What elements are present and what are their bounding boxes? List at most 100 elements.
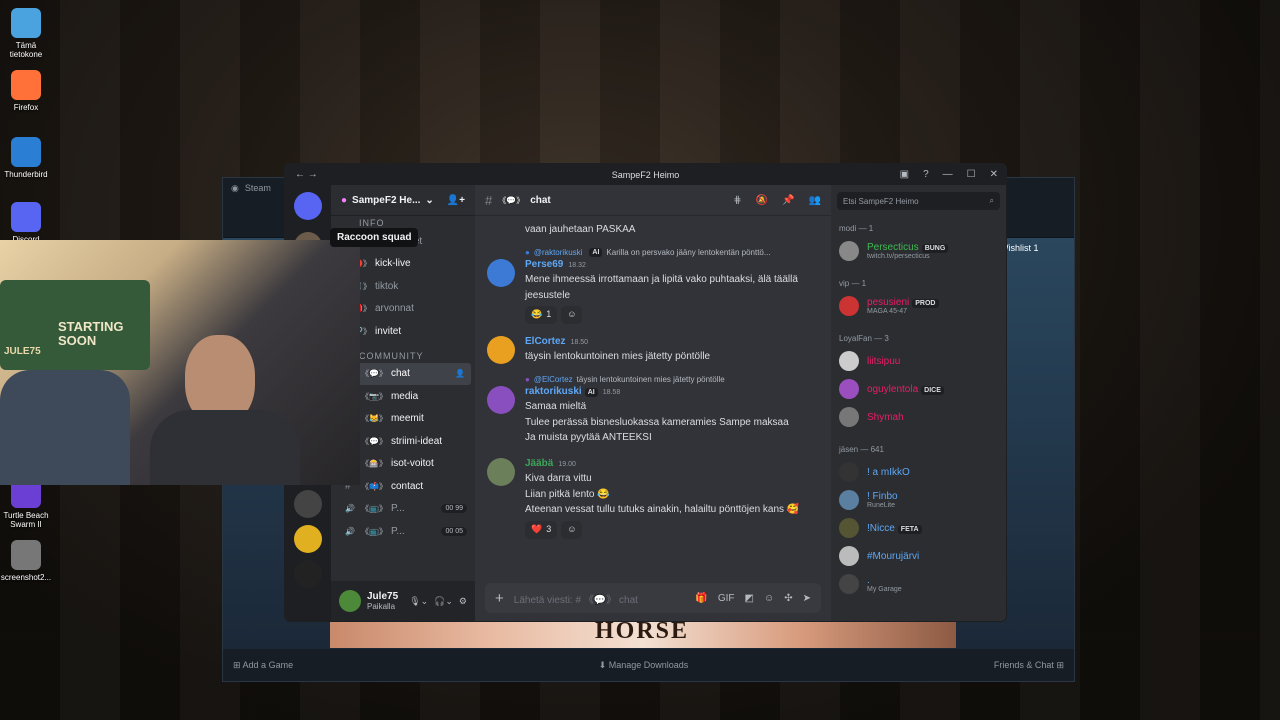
message-input[interactable]: + Lähetä viesti: # 《💬》 chat 🎁 GIF ◩ ☺ ✣ …: [485, 583, 821, 613]
message-body: vaan jauhetaan PASKAA: [525, 222, 635, 238]
avatar[interactable]: [487, 385, 515, 414]
author-name[interactable]: Perse69: [525, 259, 563, 270]
channel-emoji-icon: 《💬》: [361, 369, 387, 379]
ai-tag: AI: [589, 247, 603, 257]
close-button[interactable]: ✕: [990, 169, 998, 180]
send-icon[interactable]: ➤: [803, 593, 811, 604]
desktop-shortcut[interactable]: Tämä tietokone: [0, 8, 52, 59]
member-item[interactable]: ! Finbo RuneLite: [831, 486, 1006, 514]
member-item[interactable]: Persecticus BUNG twitch.tv/persecticus: [831, 237, 1006, 265]
author-name[interactable]: raktorikuski: [525, 386, 582, 397]
desktop-shortcut[interactable]: screenshot2...: [0, 540, 52, 582]
desktop-shortcut[interactable]: Discord: [0, 202, 52, 244]
headphones-icon[interactable]: 🎧⌄: [434, 596, 453, 607]
add-member-icon[interactable]: 👤: [455, 369, 465, 378]
member-info: ! a mIkkO: [867, 467, 910, 478]
member-item[interactable]: !Nicce FETA: [831, 514, 1006, 542]
add-reaction-icon[interactable]: ☺: [561, 520, 583, 539]
channel-emoji-icon: 《📺》: [361, 504, 387, 514]
search-input[interactable]: Etsi SampeF2 Heimo ⌕: [837, 192, 1000, 210]
avatar[interactable]: [487, 457, 515, 486]
author-name[interactable]: Jääbä: [525, 458, 553, 469]
steam-menu[interactable]: Steam: [245, 183, 271, 193]
channel-label: invitet: [374, 325, 402, 337]
avatar[interactable]: [487, 335, 515, 364]
member-item[interactable]: ! a mIkkO: [831, 458, 1006, 486]
timestamp: 18.32: [568, 261, 586, 269]
server-header[interactable]: ● SampeF2 He... ⌄ 👤+: [331, 185, 475, 216]
channel-label: arvonnat: [374, 303, 414, 315]
server-icon[interactable]: [294, 525, 322, 553]
member-info: liitsipuu: [867, 356, 900, 367]
member-name: !Nicce: [867, 522, 895, 534]
help-icon[interactable]: ?: [923, 169, 929, 180]
threads-icon[interactable]: ⋕: [733, 195, 741, 206]
member-item[interactable]: liitsipuu: [831, 347, 1006, 375]
gif-icon[interactable]: GIF: [718, 593, 735, 604]
add-reaction-icon[interactable]: ☺: [561, 306, 583, 324]
plus-icon[interactable]: +: [495, 590, 504, 607]
gear-icon[interactable]: ⚙: [459, 596, 467, 607]
member-activity: My Garage: [867, 586, 902, 593]
member-item[interactable]: pesusieni PROD MAGA 45-47: [831, 292, 1006, 320]
maximize-button[interactable]: ☐: [967, 169, 976, 180]
avatar[interactable]: [487, 258, 515, 287]
desktop-shortcut-label: Firefox: [13, 103, 39, 112]
member-info: !Nicce FETA: [867, 523, 922, 534]
desktop-shortcut[interactable]: Firefox: [0, 70, 52, 112]
message: ● @raktorikuski AI Karilla on persvako jään…: [487, 247, 819, 324]
reply-author: @ElCortez: [533, 374, 573, 384]
member-item[interactable]: . My Garage: [831, 570, 1006, 598]
minimize-button[interactable]: —: [943, 169, 953, 180]
author-name[interactable]: ElCortez: [525, 336, 566, 347]
avatar[interactable]: [339, 590, 361, 612]
gift-icon[interactable]: 🎁: [695, 593, 707, 604]
member-item[interactable]: oguylentola DICE: [831, 375, 1006, 403]
add-game-button[interactable]: ⊞ Add a Game: [233, 660, 293, 671]
member-name: #Mourujärvi: [867, 550, 920, 562]
member-top: pesusieni PROD: [867, 297, 939, 308]
message-row: vaan jauhetaan PASKAA: [487, 222, 819, 238]
friends-chat-button[interactable]: Friends & Chat ⊞: [994, 660, 1064, 671]
invite-people-icon[interactable]: 👤+: [447, 195, 465, 206]
friends-label: Friends & Chat: [993, 659, 1054, 670]
avatar: [839, 379, 859, 399]
pin-icon[interactable]: 📌: [782, 195, 794, 206]
emoji-icon[interactable]: ☺: [764, 593, 774, 604]
member-name: Persecticus: [867, 242, 919, 253]
reaction[interactable]: ❤️ 3: [525, 520, 558, 539]
back-arrow-icon[interactable]: ← →: [295, 169, 318, 180]
server-icon[interactable]: [294, 490, 322, 518]
channel-label: meemit: [390, 413, 424, 425]
couch: [0, 370, 130, 485]
chat-area: # 《💬》 chat ⋕ 🔕 📌 👥 vaan jauhetaan PASKAA…: [475, 185, 831, 621]
manage-downloads-button[interactable]: ⬇ Manage Downloads: [599, 660, 689, 671]
message-header: raktorikuski AI 18.58: [525, 384, 789, 400]
mute-bell-icon[interactable]: 🔕: [756, 195, 768, 206]
sticker-icon[interactable]: ◩: [745, 593, 754, 604]
channel-emoji-icon: 《😹》: [361, 414, 387, 424]
member-activity: twitch.tv/persecticus: [867, 253, 930, 260]
microphone-icon[interactable]: 🎙⌄: [409, 596, 428, 607]
user-info[interactable]: Jule75 Paikalla: [367, 591, 398, 611]
message-text: Ateenan vessat tullu tutuks ainakin, hal…: [525, 504, 800, 516]
reply-preview[interactable]: ● @raktorikuski AI Karilla on persvako jään…: [525, 247, 819, 257]
user-panel: Jule75 Paikalla 🎙⌄ 🎧⌄ ⚙: [331, 581, 475, 621]
discord-home-icon[interactable]: [294, 192, 322, 220]
reaction[interactable]: 😂 1: [525, 306, 558, 324]
desktop-shortcut[interactable]: Thunderbird: [0, 137, 52, 179]
apps-icon[interactable]: ✣: [784, 593, 792, 604]
inbox-icon[interactable]: ▣: [900, 169, 909, 180]
server-icon[interactable]: [294, 560, 322, 588]
voice-channel[interactable]: 🔊 《📺》 P... 00 99: [331, 498, 475, 521]
members-icon[interactable]: 👥: [809, 195, 821, 206]
avatar: [839, 241, 859, 261]
message-list: vaan jauhetaan PASKAA ● @raktorikuski AI Kar…: [475, 216, 831, 577]
desktop-shortcut-label: Thunderbird: [4, 170, 48, 179]
member-item[interactable]: Shymah: [831, 403, 1006, 431]
reply-preview[interactable]: ● @ElCortez täysin lentokuntoinen mies jät…: [525, 375, 819, 384]
voice-channel[interactable]: 🔊 《📺》 P... 00 05: [331, 520, 475, 543]
member-list: Etsi SampeF2 Heimo ⌕ modi — 1 Persecticus…: [831, 185, 1006, 621]
member-item[interactable]: #Mourujärvi: [831, 542, 1006, 570]
desktop-shortcut[interactable]: Turtle Beach Swarm II: [0, 478, 52, 529]
